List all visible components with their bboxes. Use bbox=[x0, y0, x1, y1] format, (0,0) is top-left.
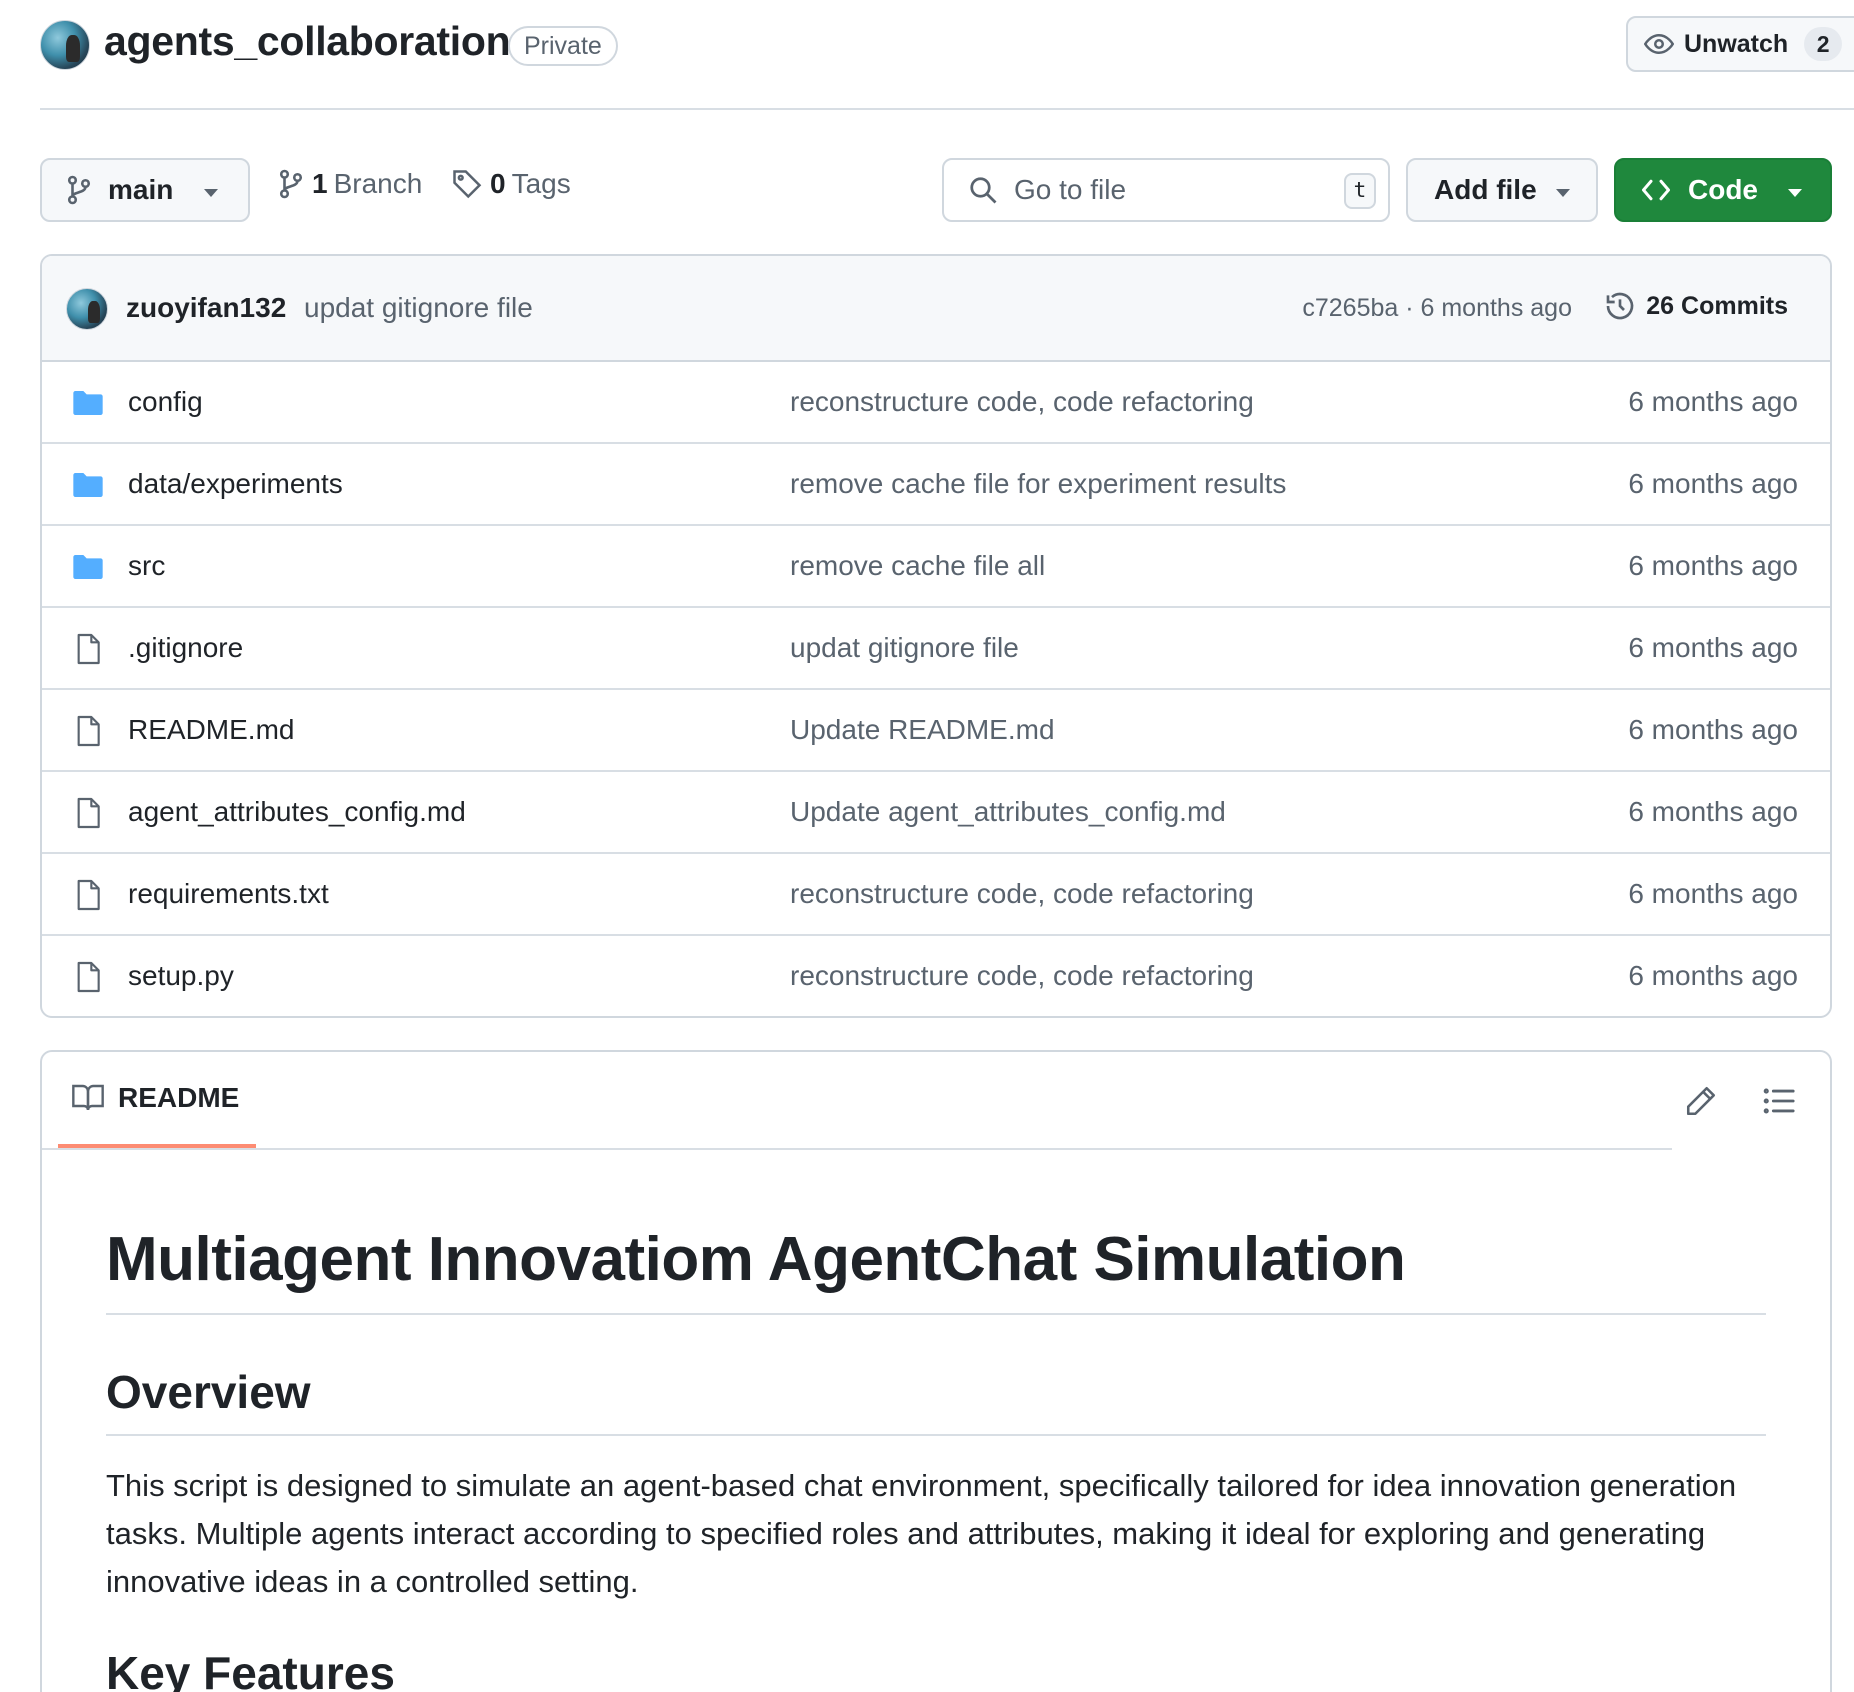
add-file-button[interactable]: Add file bbox=[1406, 158, 1598, 222]
chevron-down-icon bbox=[204, 189, 218, 197]
readme-header: README bbox=[42, 1052, 1672, 1150]
file-icon bbox=[77, 633, 100, 665]
file-commit-message[interactable]: reconstructure code, code refactoring bbox=[790, 878, 1254, 910]
folder-icon bbox=[73, 391, 103, 415]
file-commit-message[interactable]: remove cache file all bbox=[790, 550, 1045, 582]
file-row[interactable]: data/experiments remove cache file for ex… bbox=[42, 444, 1830, 526]
chevron-down-icon bbox=[1788, 189, 1802, 197]
keyboard-shortcut-hint: t bbox=[1344, 173, 1376, 209]
repo-page: agents_collaboration Private Unwatch 2 m… bbox=[0, 0, 1854, 1692]
branches-link[interactable]: 1 Branch bbox=[278, 168, 422, 200]
file-icon bbox=[77, 715, 100, 747]
readme-tab-label: README bbox=[118, 1082, 240, 1113]
file-row[interactable]: README.md Update README.md 6 months ago bbox=[42, 690, 1830, 772]
file-icon bbox=[77, 879, 100, 911]
readme-panel: README Multiagent Innovatiom AgentChat S… bbox=[40, 1050, 1832, 1692]
file-row[interactable]: .gitignore updat gitignore file 6 months a… bbox=[42, 608, 1830, 690]
pencil-icon[interactable] bbox=[1684, 1084, 1718, 1118]
branch-count: 1 bbox=[312, 168, 328, 199]
readme-content: Multiagent Innovatiom AgentChat Simulati… bbox=[42, 1150, 1830, 1692]
file-name-link[interactable]: requirements.txt bbox=[128, 878, 329, 910]
commit-author-avatar[interactable] bbox=[66, 288, 108, 330]
file-commit-message[interactable]: remove cache file for experiment results bbox=[790, 468, 1286, 500]
folder-icon bbox=[73, 555, 103, 579]
file-commit-message[interactable]: reconstructure code, code refactoring bbox=[790, 960, 1254, 992]
file-commit-date: 6 months ago bbox=[1628, 878, 1798, 909]
tab-readme[interactable]: README bbox=[58, 1052, 256, 1148]
commit-hash-time[interactable]: c7265ba · 6 months ago bbox=[1302, 294, 1572, 323]
file-row[interactable]: agent_attributes_config.md Update agent_a… bbox=[42, 772, 1830, 854]
folder-icon bbox=[73, 473, 103, 497]
git-branch-icon bbox=[279, 169, 303, 199]
chevron-down-icon bbox=[1556, 189, 1570, 197]
branch-selector[interactable]: main bbox=[40, 158, 250, 222]
file-row[interactable]: setup.py reconstructure code, code refact… bbox=[42, 936, 1830, 1016]
branch-label: Branch bbox=[333, 168, 423, 199]
file-list: config reconstructure code, code refactor… bbox=[42, 362, 1830, 1016]
unwatch-label: Unwatch bbox=[1684, 29, 1789, 58]
file-name-link[interactable]: README.md bbox=[128, 714, 294, 746]
file-commit-date: 6 months ago bbox=[1628, 796, 1798, 827]
file-icon bbox=[77, 797, 100, 829]
file-name-link[interactable]: .gitignore bbox=[128, 632, 243, 664]
file-commit-message[interactable]: reconstructure code, code refactoring bbox=[790, 386, 1254, 418]
file-row[interactable]: requirements.txt reconstructure code, cod… bbox=[42, 854, 1830, 936]
book-icon bbox=[72, 1084, 104, 1111]
tags-link[interactable]: 0 Tags bbox=[452, 168, 571, 200]
file-name-link[interactable]: agent_attributes_config.md bbox=[128, 796, 466, 828]
file-name-link[interactable]: setup.py bbox=[128, 960, 234, 992]
file-commit-date: 6 months ago bbox=[1628, 550, 1798, 581]
tag-count: 0 bbox=[490, 168, 506, 199]
file-commit-message[interactable]: Update README.md bbox=[790, 714, 1055, 746]
search-icon bbox=[970, 177, 997, 204]
git-branch-icon bbox=[67, 175, 91, 205]
go-to-file-search[interactable]: t bbox=[942, 158, 1390, 222]
add-file-label: Add file bbox=[1434, 174, 1537, 205]
repo-header: agents_collaboration Private Unwatch 2 bbox=[40, 0, 1854, 110]
watcher-count: 2 bbox=[1804, 27, 1843, 61]
tag-icon bbox=[453, 170, 482, 199]
readme-title: Multiagent Innovatiom AgentChat Simulati… bbox=[106, 1224, 1766, 1316]
file-commit-message[interactable]: Update agent_attributes_config.md bbox=[790, 796, 1226, 828]
code-button[interactable]: Code bbox=[1614, 158, 1832, 222]
history-icon bbox=[1606, 292, 1634, 320]
commits-link[interactable]: 26 Commits bbox=[1604, 290, 1788, 322]
key-features-heading: Key Features bbox=[106, 1647, 395, 1692]
eye-icon bbox=[1644, 33, 1674, 55]
commit-author[interactable]: zuoyifan132 bbox=[126, 292, 286, 324]
file-name-link[interactable]: config bbox=[128, 386, 203, 418]
file-browser: zuoyifan132 updat gitignore file c7265ba… bbox=[40, 254, 1832, 1018]
file-name-link[interactable]: data/experiments bbox=[128, 468, 343, 500]
latest-commit-bar: zuoyifan132 updat gitignore file c7265ba… bbox=[42, 256, 1830, 362]
list-outline-icon[interactable] bbox=[1762, 1084, 1796, 1118]
file-icon bbox=[77, 961, 100, 993]
visibility-badge: Private bbox=[508, 26, 618, 66]
go-to-file-input[interactable] bbox=[1014, 174, 1334, 206]
file-commit-date: 6 months ago bbox=[1628, 714, 1798, 745]
file-commit-date: 6 months ago bbox=[1628, 960, 1798, 991]
file-row[interactable]: src remove cache file all 6 months ago bbox=[42, 526, 1830, 608]
owner-avatar[interactable] bbox=[40, 20, 90, 70]
current-branch: main bbox=[108, 174, 174, 205]
code-label: Code bbox=[1688, 174, 1758, 205]
file-commit-date: 6 months ago bbox=[1628, 386, 1798, 417]
unwatch-button[interactable]: Unwatch 2 bbox=[1626, 16, 1854, 72]
tag-label: Tags bbox=[511, 168, 571, 199]
file-name-link[interactable]: src bbox=[128, 550, 165, 582]
repo-name[interactable]: agents_collaboration bbox=[104, 18, 511, 65]
file-row[interactable]: config reconstructure code, code refactor… bbox=[42, 362, 1830, 444]
commits-count-label: 26 Commits bbox=[1646, 291, 1788, 320]
overview-paragraph: This script is designed to simulate an a… bbox=[106, 1468, 1737, 1600]
file-commit-date: 6 months ago bbox=[1628, 468, 1798, 499]
code-icon bbox=[1642, 179, 1670, 201]
file-commit-date: 6 months ago bbox=[1628, 632, 1798, 663]
overview-heading: Overview bbox=[106, 1365, 1766, 1437]
file-commit-message[interactable]: updat gitignore file bbox=[790, 632, 1019, 664]
commit-message[interactable]: updat gitignore file bbox=[304, 292, 533, 324]
